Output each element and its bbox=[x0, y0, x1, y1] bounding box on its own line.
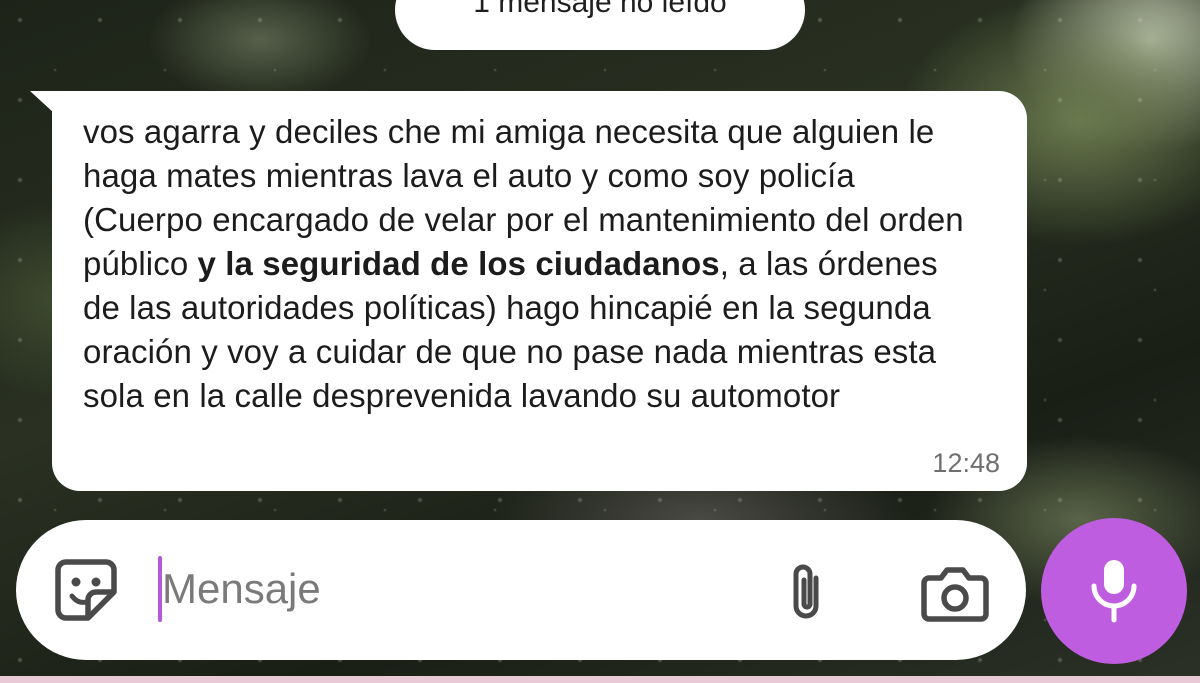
message-timestamp: 12:48 bbox=[932, 448, 1000, 478]
unread-messages-label: 1 mensaje no leído bbox=[473, 0, 727, 19]
message-bubble-tail bbox=[30, 91, 54, 113]
message-text-bold: y la seguridad de los ciudadanos bbox=[197, 245, 720, 282]
voice-record-button[interactable] bbox=[1041, 518, 1187, 664]
chat-screen: 1 mensaje no leído vos agarra y deciles … bbox=[0, 0, 1200, 683]
message-composer bbox=[16, 520, 1026, 660]
bottom-edge-strip bbox=[0, 676, 1200, 683]
sticker-icon[interactable] bbox=[54, 558, 118, 622]
camera-icon[interactable] bbox=[921, 566, 989, 622]
message-input[interactable] bbox=[162, 552, 722, 626]
message-text: vos agarra y deciles che mi amiga necesi… bbox=[83, 110, 983, 418]
microphone-icon bbox=[1091, 560, 1137, 623]
unread-messages-banner: 1 mensaje no leído bbox=[395, 0, 805, 50]
incoming-message-bubble[interactable]: vos agarra y deciles che mi amiga necesi… bbox=[52, 91, 1027, 491]
paperclip-icon[interactable] bbox=[786, 560, 830, 624]
